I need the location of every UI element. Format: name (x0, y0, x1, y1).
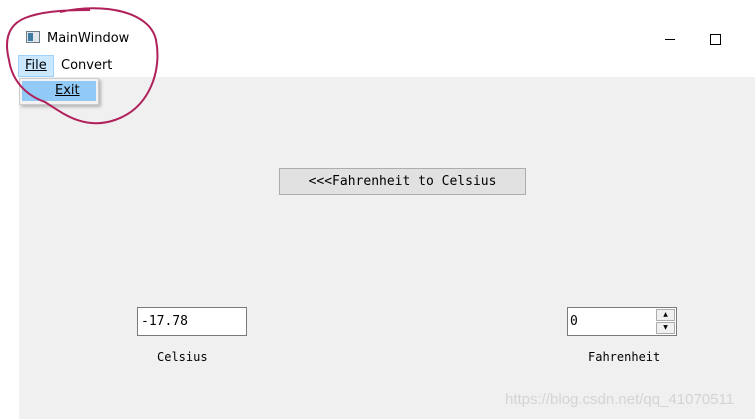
annotation-circle (6, 7, 159, 125)
maximize-icon (709, 34, 721, 45)
fahrenheit-value[interactable]: 0 (570, 308, 578, 335)
minimize-icon (665, 39, 675, 40)
spin-up-arrow-icon[interactable]: ▲ (656, 309, 675, 321)
fahrenheit-to-celsius-button[interactable]: <<<Fahrenheit to Celsius (279, 168, 526, 195)
fahrenheit-label: Fahrenheit (588, 350, 661, 364)
spin-down-arrow-icon[interactable]: ▼ (656, 322, 675, 334)
minimize-button[interactable] (647, 24, 693, 54)
celsius-label: Celsius (157, 350, 208, 364)
maximize-button[interactable] (692, 24, 738, 54)
celsius-field[interactable]: -17.78 (137, 307, 247, 336)
fahrenheit-spinbox[interactable]: 0 ▲ ▼ (567, 307, 677, 336)
watermark: https://blog.csdn.net/qq_41070511 (505, 391, 735, 408)
